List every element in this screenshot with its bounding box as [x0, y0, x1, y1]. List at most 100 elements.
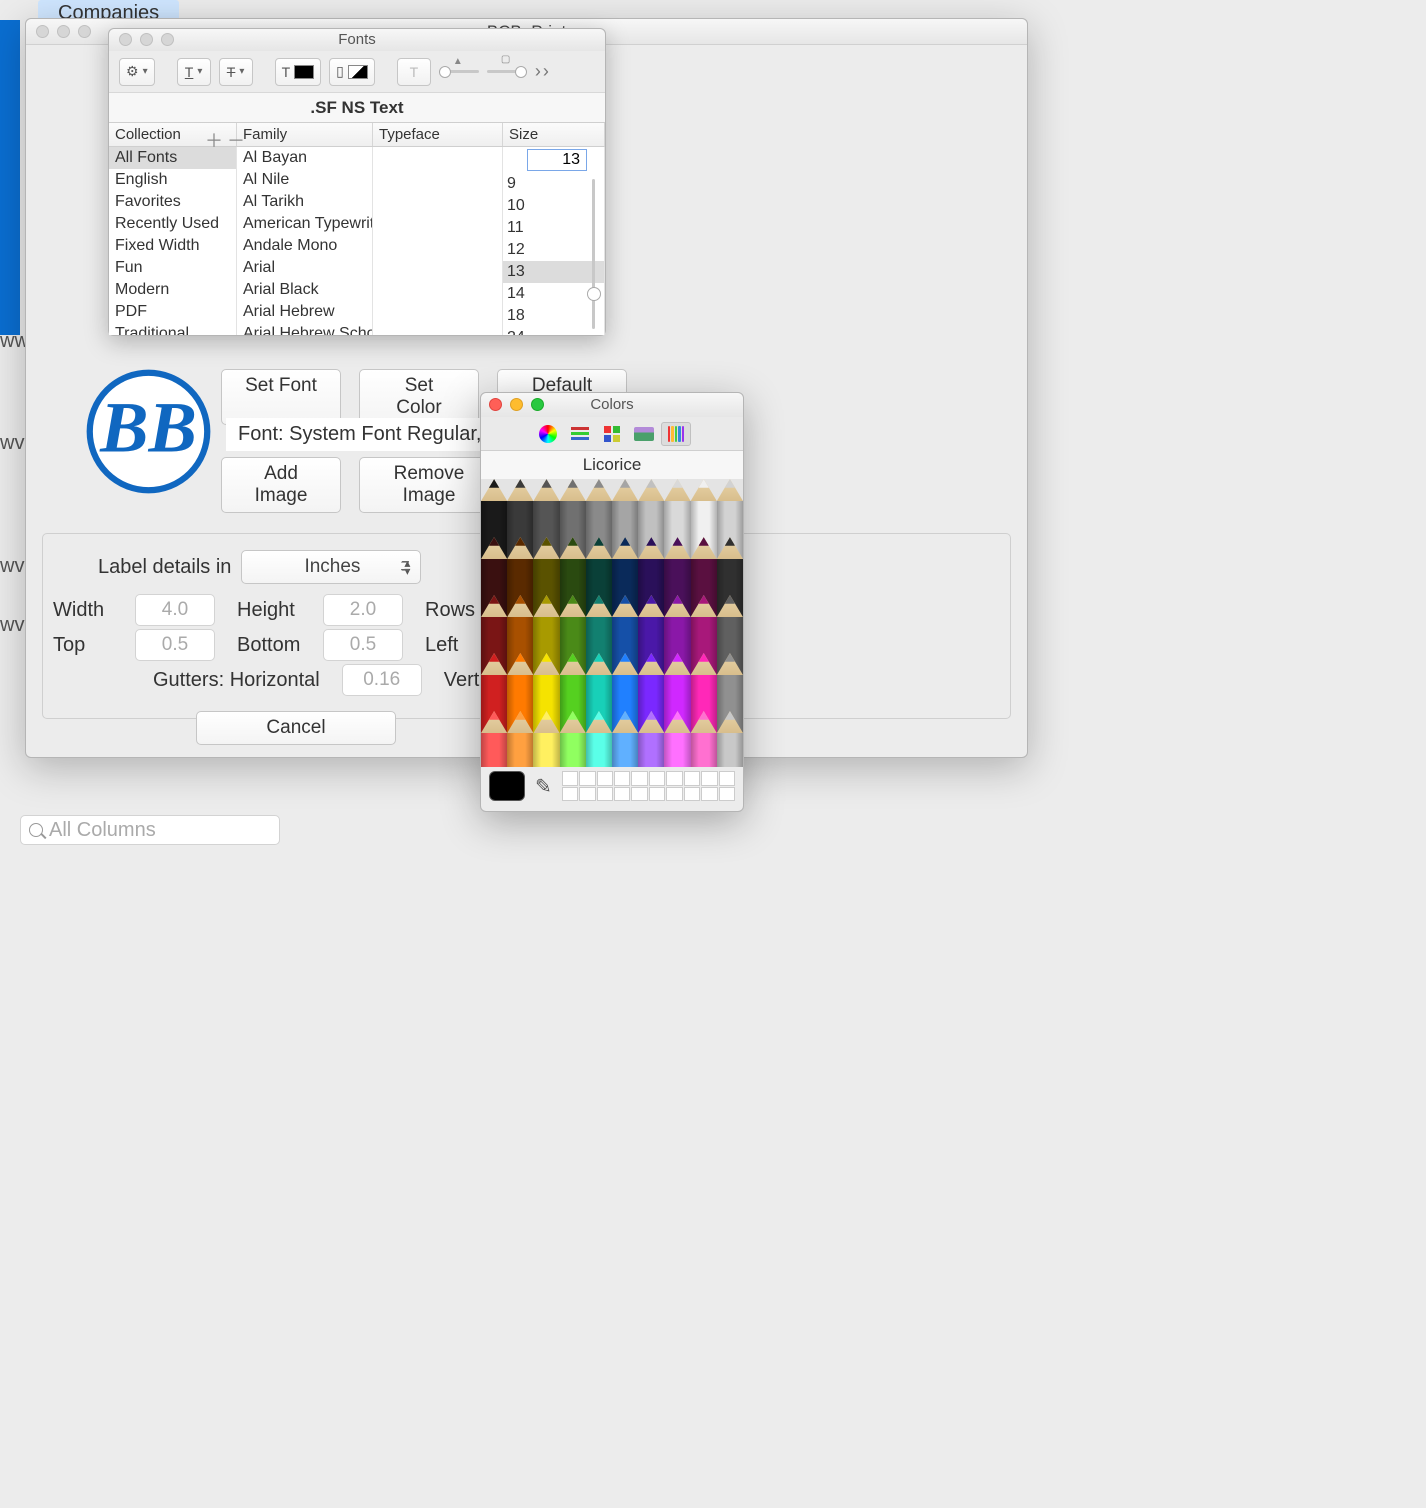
height-input[interactable]: 2.0 [323, 594, 403, 626]
swatch-slot[interactable] [614, 787, 630, 802]
gutters-horizontal-input[interactable]: 0.16 [342, 664, 422, 696]
swatch-slot[interactable] [666, 771, 682, 786]
collection-item[interactable]: Traditional [109, 323, 236, 335]
cancel-button[interactable]: Cancel [196, 711, 396, 745]
saved-swatches-grid[interactable] [562, 771, 735, 801]
collection-list[interactable]: All FontsEnglishFavoritesRecently UsedFi… [109, 147, 237, 335]
top-input[interactable]: 0.5 [135, 629, 215, 661]
family-item[interactable]: Andale Mono [237, 235, 372, 257]
swatch-slot[interactable] [701, 771, 717, 786]
swatch-slot[interactable] [631, 787, 647, 802]
set-color-button[interactable]: Set Color [359, 369, 479, 425]
size-header[interactable]: Size [503, 123, 605, 146]
fonts-titlebar[interactable]: Fonts [109, 29, 605, 51]
swatch-slot[interactable] [579, 771, 595, 786]
width-input[interactable]: 4.0 [135, 594, 215, 626]
pencil-color[interactable] [691, 711, 717, 767]
underline-button[interactable]: T▾ [177, 58, 211, 86]
colors-titlebar[interactable]: Colors [481, 393, 743, 417]
text-effects-button[interactable]: T [397, 58, 431, 86]
swatch-slot[interactable] [597, 771, 613, 786]
zoom-icon[interactable] [161, 33, 174, 46]
colors-traffic-lights[interactable] [489, 398, 544, 411]
swatch-slot[interactable] [701, 787, 717, 802]
color-sliders-tab[interactable] [565, 422, 595, 446]
family-item[interactable]: American Typewriter [237, 213, 372, 235]
color-wheel-tab[interactable] [533, 422, 563, 446]
minimize-icon[interactable] [57, 25, 70, 38]
color-palettes-tab[interactable] [597, 422, 627, 446]
pencils-picker[interactable] [481, 479, 743, 767]
family-item[interactable]: Al Nile [237, 169, 372, 191]
toolbar-overflow-button[interactable]: ›› [535, 61, 551, 82]
swatch-slot[interactable] [649, 787, 665, 802]
swatch-slot[interactable] [579, 787, 595, 802]
pencil-color[interactable] [507, 711, 533, 767]
swatch-slot[interactable] [684, 787, 700, 802]
family-item[interactable]: Al Tarikh [237, 191, 372, 213]
size-slider[interactable] [587, 179, 599, 329]
swatch-slot[interactable] [631, 771, 647, 786]
swatch-slot[interactable] [649, 771, 665, 786]
gear-menu-button[interactable]: ⚙▾ [119, 58, 155, 86]
collection-item[interactable]: Recently Used [109, 213, 236, 235]
text-color-button[interactable]: T [275, 58, 322, 86]
zoom-icon[interactable] [531, 398, 544, 411]
set-font-button[interactable]: Set Font [221, 369, 341, 425]
size-input[interactable] [527, 149, 587, 171]
collection-item[interactable]: Modern [109, 279, 236, 301]
collection-item[interactable]: Fixed Width [109, 235, 236, 257]
current-color-swatch[interactable] [489, 771, 525, 801]
minus-icon[interactable]: － [227, 127, 245, 153]
typeface-header[interactable]: Typeface [373, 123, 503, 146]
family-item[interactable]: Arial [237, 257, 372, 279]
swatch-slot[interactable] [597, 787, 613, 802]
pencil-color[interactable] [533, 711, 559, 767]
swatch-slot[interactable] [614, 771, 630, 786]
pencil-color[interactable] [481, 711, 507, 767]
swatch-slot[interactable] [719, 771, 735, 786]
pencils-tab[interactable] [661, 422, 691, 446]
pencil-color[interactable] [612, 711, 638, 767]
add-image-button[interactable]: Add Image [221, 457, 341, 513]
collection-item[interactable]: Fun [109, 257, 236, 279]
swatch-slot[interactable] [719, 787, 735, 802]
family-item[interactable]: Arial Black [237, 279, 372, 301]
print-traffic-lights[interactable] [36, 25, 91, 38]
close-icon[interactable] [489, 398, 502, 411]
minimize-icon[interactable] [510, 398, 523, 411]
family-item[interactable]: Al Bayan [237, 147, 372, 169]
shadow-blur-slider[interactable]: ▢ [487, 60, 527, 84]
bottom-input[interactable]: 0.5 [323, 629, 403, 661]
swatch-slot[interactable] [666, 787, 682, 802]
remove-image-button[interactable]: Remove Image [359, 457, 499, 513]
close-icon[interactable] [36, 25, 49, 38]
family-item[interactable]: Arial Hebrew [237, 301, 372, 323]
family-list[interactable]: Al BayanAl NileAl TarikhAmerican Typewri… [237, 147, 373, 335]
pencil-color[interactable] [717, 711, 743, 767]
document-color-button[interactable]: ▯ [329, 58, 375, 86]
collection-item[interactable]: English [109, 169, 236, 191]
all-columns-search[interactable]: All Columns [20, 815, 280, 845]
fonts-traffic-lights[interactable] [119, 33, 174, 46]
minimize-icon[interactable] [140, 33, 153, 46]
image-palettes-tab[interactable] [629, 422, 659, 446]
family-header[interactable]: Family [237, 123, 373, 146]
eyedropper-button[interactable]: ✎ [535, 774, 552, 799]
shadow-opacity-slider[interactable]: ▲ [439, 60, 479, 84]
pencil-color[interactable] [664, 711, 690, 767]
collection-item[interactable]: PDF [109, 301, 236, 323]
pencil-color[interactable] [638, 711, 664, 767]
collection-item[interactable]: Favorites [109, 191, 236, 213]
family-item[interactable]: Arial Hebrew Scholar [237, 323, 372, 335]
pencil-color[interactable] [560, 711, 586, 767]
zoom-icon[interactable] [78, 25, 91, 38]
plus-icon[interactable]: ＋ [205, 127, 223, 153]
typeface-list[interactable] [373, 147, 503, 335]
close-icon[interactable] [119, 33, 132, 46]
collection-add-remove[interactable]: ＋－ [205, 127, 245, 153]
swatch-slot[interactable] [562, 787, 578, 802]
units-select[interactable]: Inches ▴▾ [241, 550, 421, 584]
swatch-slot[interactable] [562, 771, 578, 786]
strikethrough-button[interactable]: T▾ [219, 58, 253, 86]
